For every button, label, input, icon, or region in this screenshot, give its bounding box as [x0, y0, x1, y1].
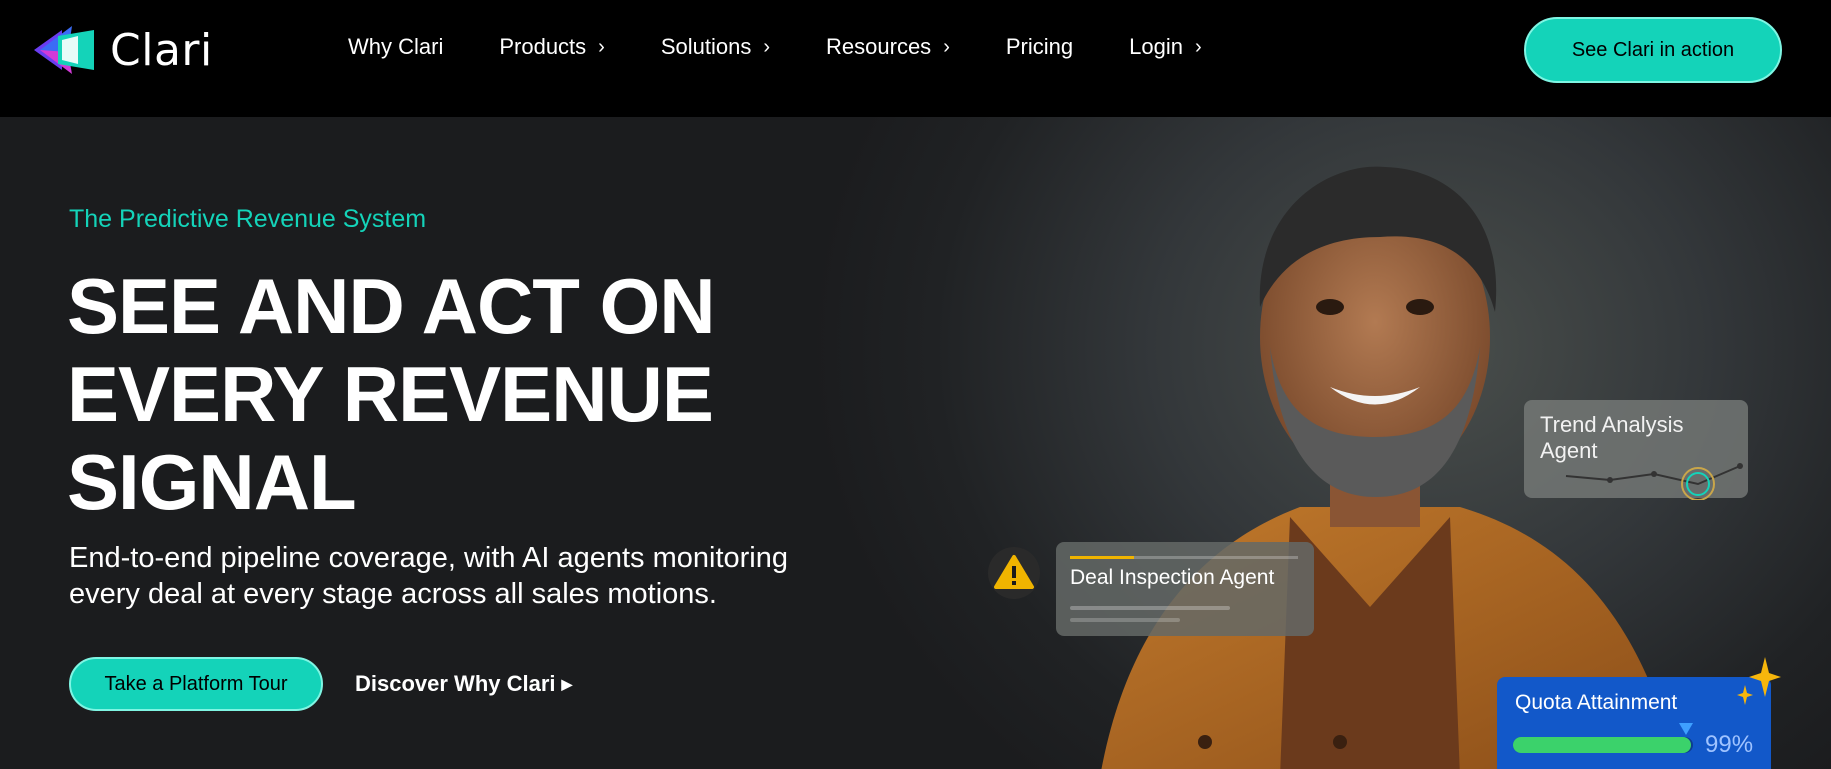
hero-eyebrow: The Predictive Revenue System: [69, 205, 427, 233]
nav-item-label: Why Clari: [348, 34, 444, 59]
logo-text: Clari: [110, 24, 213, 76]
chevron-right-icon: ›: [598, 35, 605, 58]
hero-subtitle: End-to-end pipeline coverage, with AI ag…: [69, 540, 849, 612]
hero-section: The Predictive Revenue System SEE AND AC…: [0, 117, 1831, 769]
trend-analysis-agent-card: Trend Analysis Agent: [1524, 400, 1748, 500]
hero-headline: SEE AND ACT ON EVERY REVENUE SIGNAL: [67, 262, 716, 526]
main-menu: Why Clari Products › Solutions › Resourc…: [348, 34, 1258, 60]
nav-item-label: Products: [499, 34, 587, 59]
quota-percent: 99%: [1705, 731, 1754, 758]
card-accent-track: [1134, 556, 1298, 559]
card-title: Quota Attainment: [1515, 691, 1678, 714]
sparkle-icon: [1737, 657, 1781, 705]
placeholder-line: [1070, 618, 1180, 622]
chevron-right-icon: ›: [1194, 35, 1202, 58]
deal-inspection-agent-card: Deal Inspection Agent: [1056, 542, 1314, 636]
headline-line: SEE AND ACT ON: [67, 262, 716, 350]
marker-triangle-icon: [1679, 723, 1693, 735]
nav-item-solutions[interactable]: Solutions ›: [661, 34, 770, 60]
quota-attainment-card: Quota Attainment 99%: [1497, 677, 1771, 769]
link-label: Discover Why Clari: [355, 671, 556, 696]
card-title: Deal Inspection Agent: [1070, 566, 1275, 589]
quota-progress-fill: [1513, 737, 1692, 753]
chevron-right-icon: ›: [943, 35, 950, 58]
nav-item-why-clari[interactable]: Why Clari: [348, 34, 443, 60]
nav-item-label: Resources: [826, 34, 932, 59]
warning-badge: [988, 547, 1040, 599]
nav-item-products[interactable]: Products ›: [499, 34, 605, 60]
chevron-right-icon: ›: [763, 35, 771, 58]
warning-icon: [994, 555, 1034, 589]
subtitle-line: every deal at every stage across all sal…: [69, 578, 717, 610]
nav-item-resources[interactable]: Resources ›: [826, 34, 950, 60]
see-clari-in-action-button[interactable]: See Clari in action: [1524, 17, 1782, 83]
nav-item-label: Login: [1129, 34, 1183, 59]
card-title-line: Trend Analysis: [1540, 412, 1684, 437]
clari-logo-icon: [34, 26, 94, 74]
headline-line: EVERY REVENUE: [67, 350, 714, 438]
placeholder-line: [1070, 606, 1230, 610]
trend-sparkline-icon: [1565, 463, 1743, 500]
nav-item-login[interactable]: Login ›: [1129, 34, 1202, 60]
triangle-right-icon: ▶: [561, 675, 573, 692]
subtitle-line: End-to-end pipeline coverage, with AI ag…: [69, 542, 788, 574]
top-navigation: Clari Why Clari Products › Solutions › R…: [0, 0, 1831, 117]
discover-why-clari-link[interactable]: Discover Why Clari ▶: [355, 671, 572, 697]
nav-item-label: Solutions: [660, 34, 752, 59]
nav-item-label: Pricing: [1005, 34, 1074, 59]
card-accent-bar: [1070, 556, 1134, 559]
platform-tour-button[interactable]: Take a Platform Tour: [69, 657, 323, 711]
clari-logo[interactable]: Clari: [32, 22, 213, 78]
nav-item-pricing[interactable]: Pricing: [1006, 34, 1073, 60]
headline-line: SIGNAL: [67, 438, 357, 526]
quota-progress-track: [1513, 737, 1693, 753]
